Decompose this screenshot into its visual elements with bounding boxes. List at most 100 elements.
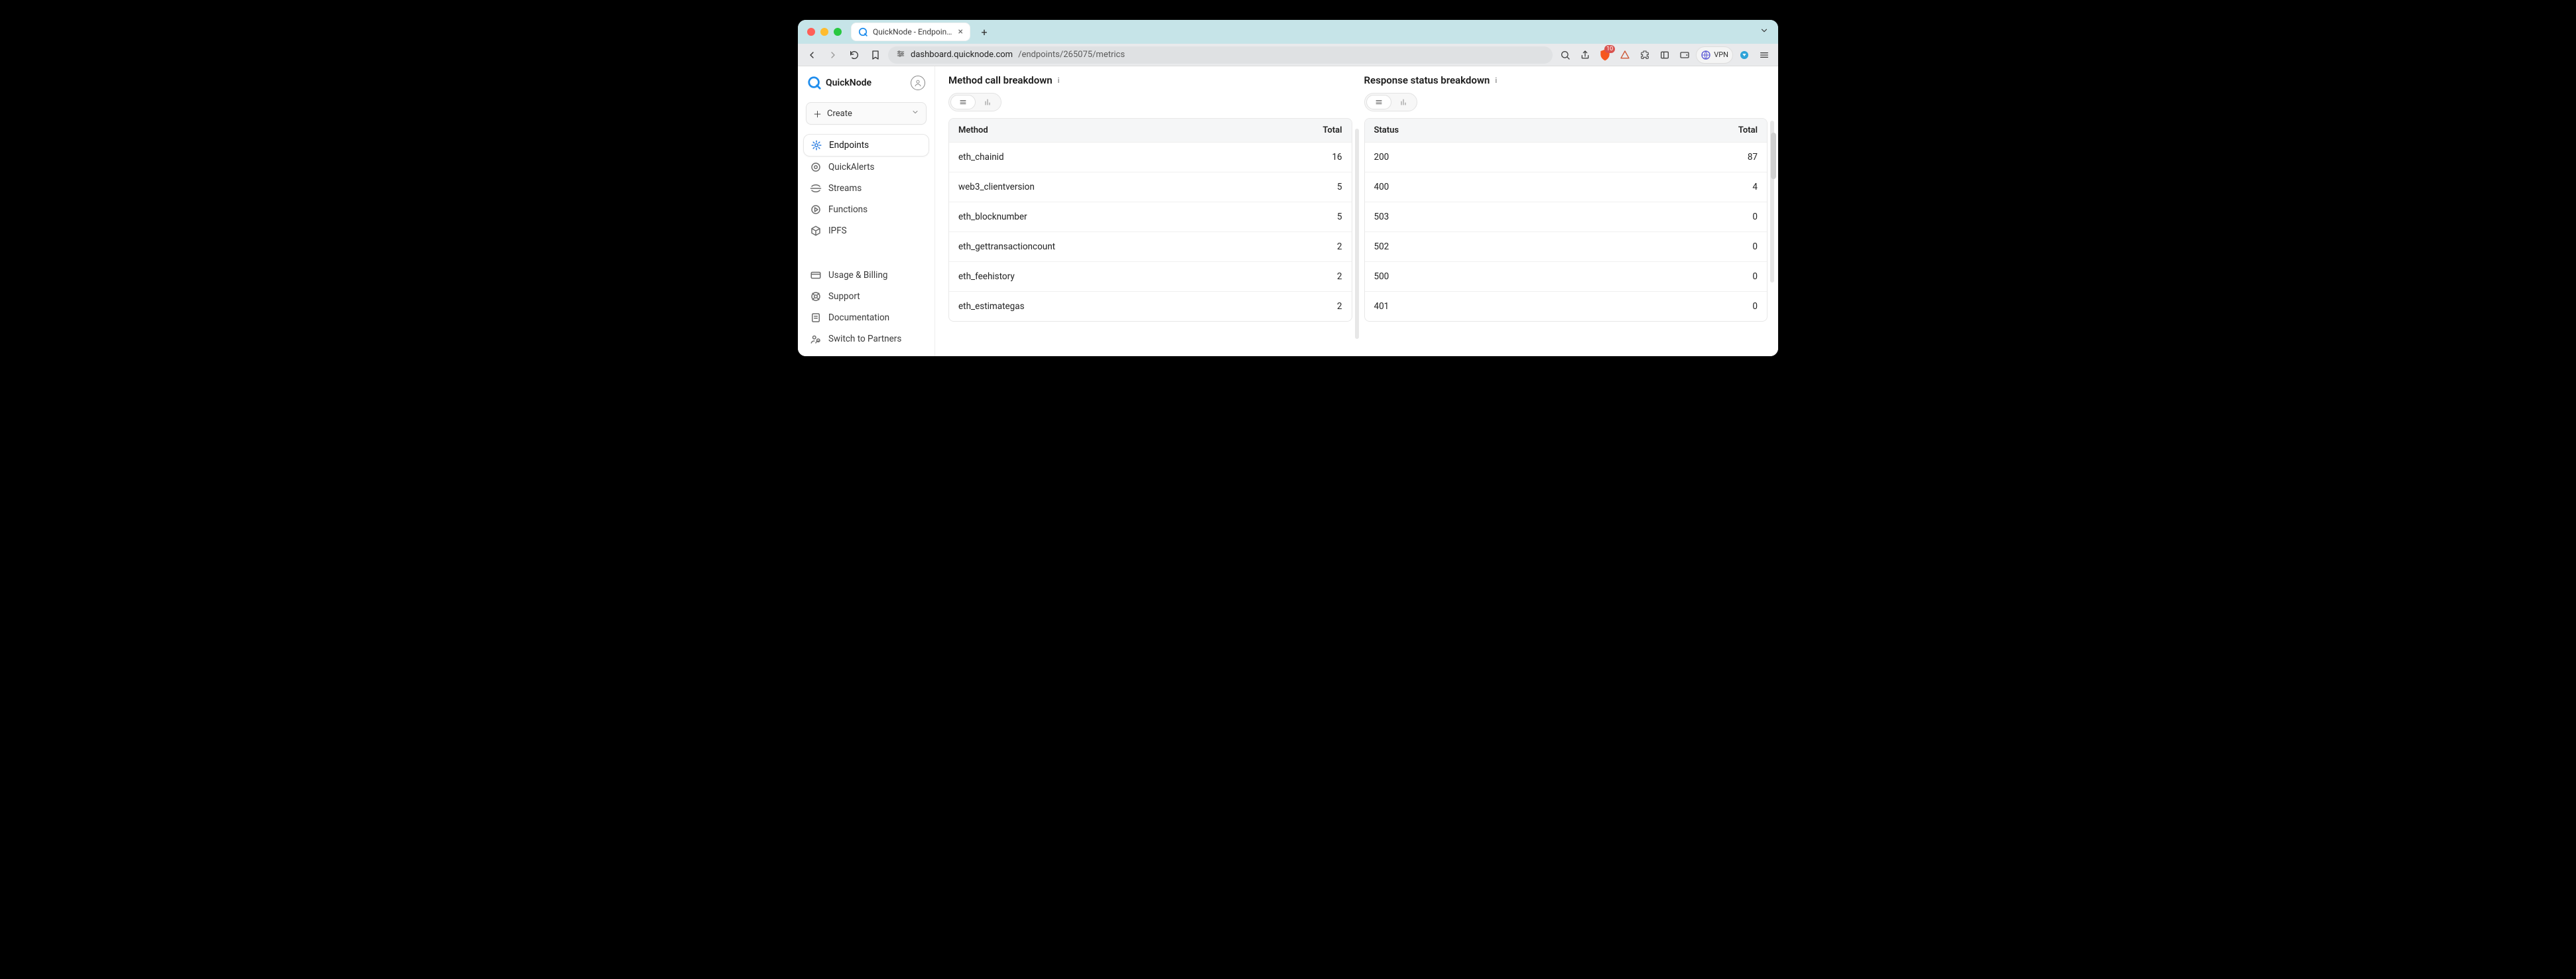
sidebar-item-label: Endpoints [829, 140, 869, 151]
page-scrollbar[interactable] [1771, 133, 1776, 179]
tabs-overflow-button[interactable] [1760, 26, 1771, 38]
table-row[interactable]: eth_chainid16 [949, 143, 1352, 172]
create-label: Create [827, 109, 852, 119]
cell-name: 503 [1374, 212, 1705, 222]
close-tab-button[interactable]: × [958, 27, 963, 37]
cell-name: 400 [1374, 182, 1705, 192]
sidebar-item-support[interactable]: Support [803, 286, 929, 307]
alerts-icon [810, 161, 822, 173]
cell-total: 5 [1289, 182, 1342, 192]
url-host: dashboard.quicknode.com [911, 50, 1013, 60]
table-row[interactable]: eth_estimategas2 [949, 292, 1352, 321]
sidebar-item-endpoints[interactable]: Endpoints [803, 134, 929, 157]
plus-icon: ＋ [813, 107, 822, 120]
info-icon[interactable]: i [1495, 76, 1497, 85]
minimize-window-button[interactable] [820, 28, 828, 36]
cell-total: 0 [1705, 241, 1758, 252]
sidebar-item-switch-partners[interactable]: Switch to Partners [803, 328, 929, 350]
sidebar-item-label: Functions [828, 204, 868, 215]
table-row[interactable]: 5030 [1365, 202, 1768, 232]
cell-total: 87 [1705, 152, 1758, 163]
brave-shields-button[interactable]: 10 [1596, 46, 1614, 64]
main-area: Method call breakdown i Method Total [935, 66, 1778, 356]
browser-toolbar: dashboard.quicknode.com/endpoints/265075… [798, 44, 1778, 66]
account-avatar-button[interactable] [911, 76, 925, 90]
cell-name: 500 [1374, 271, 1705, 282]
new-tab-button[interactable]: + [977, 25, 992, 39]
close-window-button[interactable] [807, 28, 815, 36]
cell-name: eth_blocknumber [958, 212, 1289, 222]
billing-icon [810, 269, 822, 281]
info-icon[interactable]: i [1058, 76, 1060, 85]
vpn-button[interactable]: VPN [1696, 46, 1733, 64]
table-row[interactable]: 20087 [1365, 143, 1768, 172]
table-scrollbar[interactable] [1355, 129, 1359, 339]
bookmark-button[interactable] [867, 46, 884, 64]
table-row[interactable]: 5000 [1365, 262, 1768, 292]
sidebar-item-documentation[interactable]: Documentation [803, 307, 929, 328]
table-row[interactable]: web3_clientversion5 [949, 172, 1352, 202]
column-method: Method [958, 125, 1289, 135]
chart-view-toggle[interactable] [1391, 95, 1415, 109]
functions-icon [810, 204, 822, 216]
table-header: Status Total [1365, 119, 1768, 143]
view-toggle [948, 93, 1001, 111]
profile-icon[interactable] [1736, 46, 1753, 64]
table-row[interactable]: 4004 [1365, 172, 1768, 202]
status-table: Status Total 2008740045030502050004010 [1364, 118, 1768, 322]
sidebar-item-streams[interactable]: Streams [803, 178, 929, 199]
method-call-breakdown-pane: Method call breakdown i Method Total [948, 73, 1352, 350]
table-row[interactable]: eth_blocknumber5 [949, 202, 1352, 232]
back-button[interactable] [803, 46, 820, 64]
brave-rewards-icon[interactable] [1616, 46, 1634, 64]
site-settings-icon[interactable] [896, 49, 905, 61]
cell-name: 200 [1374, 152, 1705, 163]
pane-title: Method call breakdown [948, 74, 1053, 86]
forward-button[interactable] [824, 46, 842, 64]
sidebar-toggle-icon[interactable] [1656, 46, 1673, 64]
wallet-icon[interactable] [1676, 46, 1693, 64]
extensions-icon[interactable] [1636, 46, 1653, 64]
table-row[interactable]: 4010 [1365, 292, 1768, 321]
list-view-toggle[interactable] [1366, 95, 1391, 109]
list-view-toggle[interactable] [950, 95, 976, 109]
cell-total: 4 [1705, 182, 1758, 192]
table-row[interactable]: eth_gettransactioncount2 [949, 232, 1352, 262]
response-status-breakdown-pane: Response status breakdown i Status Total [1364, 73, 1768, 350]
cell-total: 2 [1289, 301, 1342, 312]
sidebar-item-label: Documentation [828, 312, 889, 323]
endpoints-icon [810, 139, 822, 151]
browser-tab[interactable]: QuickNode - Endpoint - Metri… × [851, 23, 970, 41]
sidebar-item-quickalerts[interactable]: QuickAlerts [803, 157, 929, 178]
view-toggle [1364, 93, 1417, 111]
sidebar-item-usage-billing[interactable]: Usage & Billing [803, 265, 929, 286]
cell-name: eth_gettransactioncount [958, 241, 1289, 252]
app-menu-button[interactable] [1756, 46, 1773, 64]
cell-name: 401 [1374, 301, 1705, 312]
cell-name: 502 [1374, 241, 1705, 252]
cell-total: 0 [1705, 271, 1758, 282]
table-row[interactable]: 5020 [1365, 232, 1768, 262]
sidebar-item-label: IPFS [828, 226, 847, 236]
brand-name: QuickNode [826, 78, 871, 88]
address-bar[interactable]: dashboard.quicknode.com/endpoints/265075… [888, 46, 1553, 64]
create-button[interactable]: ＋ Create [806, 102, 927, 125]
cell-total: 16 [1289, 152, 1342, 163]
streams-icon [810, 182, 822, 194]
window-controls [807, 28, 842, 36]
browser-window: QuickNode - Endpoint - Metri… × + dashbo… [798, 20, 1778, 356]
brand-logo[interactable]: QuickNode [807, 76, 871, 90]
sidebar-item-functions[interactable]: Functions [803, 199, 929, 220]
zoom-icon[interactable] [1557, 46, 1574, 64]
sidebar-item-label: Support [828, 291, 860, 302]
maximize-window-button[interactable] [834, 28, 842, 36]
tab-strip: QuickNode - Endpoint - Metri… × + [798, 20, 1778, 44]
cell-total: 0 [1705, 301, 1758, 312]
chart-view-toggle[interactable] [976, 95, 999, 109]
ipfs-icon [810, 225, 822, 237]
sidebar-item-ipfs[interactable]: IPFS [803, 220, 929, 241]
sidebar-item-label: Streams [828, 183, 862, 194]
reload-button[interactable] [846, 46, 863, 64]
share-icon[interactable] [1577, 46, 1594, 64]
table-row[interactable]: eth_feehistory2 [949, 262, 1352, 292]
